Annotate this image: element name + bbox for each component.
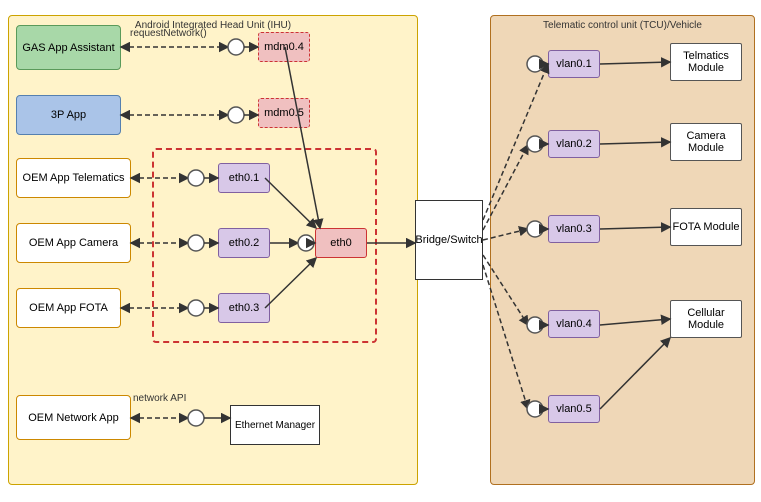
threep-app-box: 3P App: [16, 95, 121, 135]
eth-manager-box: Ethernet Manager: [230, 405, 320, 445]
oem-camera-label: OEM App Camera: [29, 237, 118, 249]
threep-app-label: 3P App: [51, 109, 86, 121]
oem-network-label: OEM Network App: [28, 412, 118, 424]
oem-fota-box: OEM App FOTA: [16, 288, 121, 328]
vlan01-box: vlan0.1: [548, 50, 600, 78]
telmatics-module-label: Telmatics Module: [671, 50, 741, 74]
fota-module-label: FOTA Module: [672, 221, 739, 233]
camera-module-box: Camera Module: [670, 123, 742, 161]
oem-camera-box: OEM App Camera: [16, 223, 131, 263]
gas-app-label: GAS App Assistant: [22, 42, 114, 54]
eth01-box: eth0.1: [218, 163, 270, 193]
network-api-label: network API: [133, 393, 186, 404]
eth02-label: eth0.2: [229, 237, 260, 249]
telmatics-module-box: Telmatics Module: [670, 43, 742, 81]
oem-network-box: OEM Network App: [16, 395, 131, 440]
eth-manager-label: Ethernet Manager: [235, 420, 315, 431]
vlan01-label: vlan0.1: [556, 58, 591, 70]
vlan05-box: vlan0.5: [548, 395, 600, 423]
mdm04-box: mdm0.4: [258, 32, 310, 62]
eth0-label: eth0: [330, 237, 351, 249]
diagram: Android Integrated Head Unit (IHU) Telem…: [0, 0, 761, 502]
eth01-label: eth0.1: [229, 172, 260, 184]
cellular-module-label: Cellular Module: [671, 307, 741, 331]
mdm04-label: mdm0.4: [264, 41, 304, 53]
vlan05-label: vlan0.5: [556, 403, 591, 415]
bridge-switch-label: Bridge/Switch: [415, 234, 482, 246]
mdm05-label: mdm0.5: [264, 107, 304, 119]
vlan03-label: vlan0.3: [556, 223, 591, 235]
vlan02-label: vlan0.2: [556, 138, 591, 150]
gas-app-box: GAS App Assistant: [16, 25, 121, 70]
eth03-box: eth0.3: [218, 293, 270, 323]
vlan04-box: vlan0.4: [548, 310, 600, 338]
tcu-label: Telematic control unit (TCU)/Vehicle: [543, 20, 702, 31]
bridge-switch-box: Bridge/Switch: [415, 200, 483, 280]
vlan04-label: vlan0.4: [556, 318, 591, 330]
camera-module-label: Camera Module: [671, 130, 741, 154]
oem-telematics-box: OEM App Telematics: [16, 158, 131, 198]
oem-telematics-label: OEM App Telematics: [23, 172, 125, 184]
eth03-label: eth0.3: [229, 302, 260, 314]
eth02-box: eth0.2: [218, 228, 270, 258]
request-network-label: requestNetwork(): [130, 28, 207, 39]
tcu-panel: Telematic control unit (TCU)/Vehicle: [490, 15, 755, 485]
fota-module-box: FOTA Module: [670, 208, 742, 246]
vlan02-box: vlan0.2: [548, 130, 600, 158]
eth0-box: eth0: [315, 228, 367, 258]
mdm05-box: mdm0.5: [258, 98, 310, 128]
cellular-module-box: Cellular Module: [670, 300, 742, 338]
vlan03-box: vlan0.3: [548, 215, 600, 243]
oem-fota-label: OEM App FOTA: [29, 302, 108, 314]
